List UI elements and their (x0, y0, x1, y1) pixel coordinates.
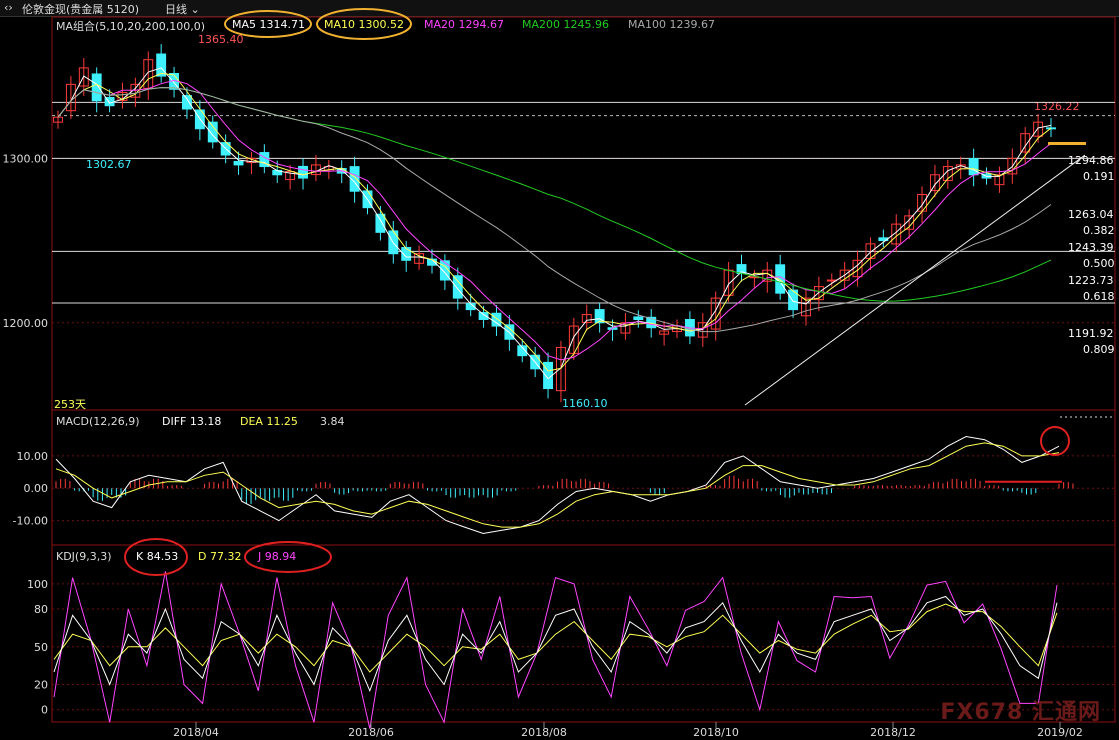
y-tick-label: 0.00 (24, 482, 49, 495)
ma100-line (57, 87, 1052, 333)
ma20-line (57, 79, 1052, 361)
alert-ellipse (124, 538, 188, 576)
x-tick-label: 2019/02 (1037, 726, 1083, 739)
y-tick-label: 10.00 (17, 450, 49, 463)
x-tick-label: 2018/06 (348, 726, 394, 739)
y-tick-label: -10.00 (13, 515, 48, 528)
candle-body (91, 73, 102, 102)
y-tick-label: 1300.00 (3, 152, 49, 165)
chart-canvas[interactable]: 1300.00 1200.00 10.00 0.00 -10.00 100 80 50 20 0 2… (0, 0, 1119, 740)
alert-circle (1040, 426, 1070, 456)
alert-ellipse (244, 541, 332, 573)
candle-body (633, 316, 644, 320)
kdj-j-line (53, 571, 1058, 729)
ma200-line (57, 87, 1052, 302)
candle-body (298, 165, 308, 179)
panel-frame (51, 409, 1116, 546)
candle-body (375, 213, 386, 233)
ma5-line (57, 67, 1052, 380)
y-tick-label: 80 (34, 603, 48, 616)
kdj-d-line (53, 603, 1058, 673)
y-tick-label: 0 (41, 704, 48, 717)
x-tick-label: 2018/04 (173, 726, 219, 739)
highlight-ellipse (316, 8, 412, 40)
y-tick-label: 1200.00 (3, 317, 49, 330)
y-tick-label: 50 (34, 641, 48, 654)
ma10-line (57, 72, 1052, 372)
x-tick-label: 2018/08 (521, 726, 567, 739)
kdj-k-line (53, 595, 1058, 693)
candle-body (182, 95, 192, 110)
watermark-logo: FX678 汇通网 (940, 700, 1101, 725)
candle-body (491, 312, 502, 327)
x-tick-label: 2018/12 (870, 726, 916, 739)
candle-body (452, 275, 463, 299)
x-tick-label: 2018/10 (693, 726, 739, 739)
candle-body (233, 160, 244, 166)
highlight-ellipse (224, 10, 312, 38)
y-tick-label: 100 (27, 578, 48, 591)
candle-body (968, 158, 979, 176)
trend-line (744, 154, 1086, 406)
candle-body (156, 53, 167, 77)
y-tick-label: 20 (34, 679, 48, 692)
